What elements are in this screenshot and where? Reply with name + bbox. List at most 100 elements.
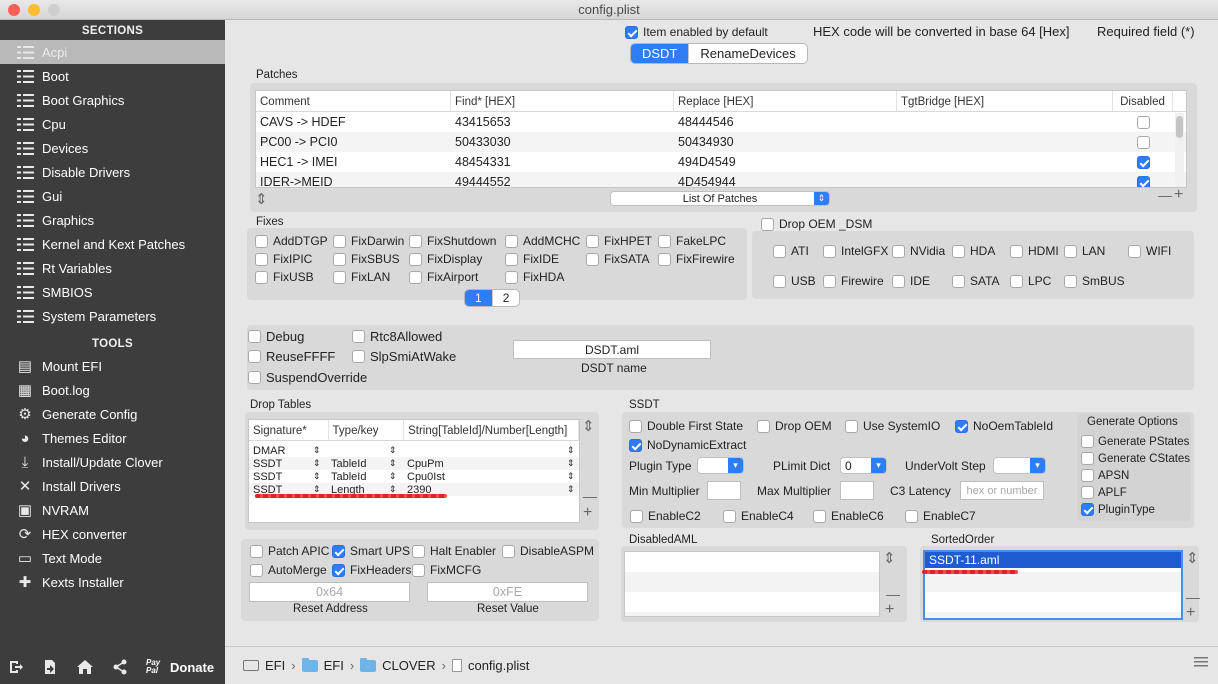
fix-fixfirewire-checkbox[interactable]: FixFirewire (658, 252, 735, 266)
reuseffff-checkbox[interactable]: ReuseFFFF (248, 349, 335, 364)
remove-table-icon[interactable]: — (583, 488, 597, 504)
checkbox-box[interactable] (1081, 486, 1094, 499)
add-patch-icon[interactable]: + (1174, 186, 1183, 204)
max-multiplier-field[interactable] (840, 481, 874, 500)
sidebar-item-boot-graphics[interactable]: Boot Graphics (0, 88, 225, 112)
checkbox-box[interactable] (1010, 244, 1023, 258)
checkbox-box[interactable] (502, 544, 515, 558)
fix-fixsbus-checkbox[interactable]: FixSBUS (333, 252, 400, 266)
col-tgtbridge[interactable]: TgtBridge [HEX] (897, 91, 1113, 111)
checkbox-box[interactable] (1081, 503, 1094, 516)
tool-generate-config[interactable]: ⚙ Generate Config (0, 402, 225, 426)
undervolt-select[interactable]: ▾ (993, 457, 1046, 474)
path-segment[interactable]: EFI (324, 658, 344, 673)
checkbox-box[interactable] (586, 234, 599, 248)
patch-apic-checkbox[interactable]: Patch APIC (250, 544, 329, 558)
ssdt-drop-oem-checkbox[interactable]: Drop OEM (757, 419, 832, 433)
fix-adddtgp-checkbox[interactable]: AddDTGP (255, 234, 328, 248)
checkbox-box[interactable] (333, 252, 346, 266)
checkbox-box[interactable] (892, 244, 905, 258)
ssdt-nodynamicextract-checkbox[interactable]: NoDynamicExtract (629, 438, 746, 452)
checkbox-box[interactable] (332, 544, 345, 558)
dsm-lpc-checkbox[interactable]: LPC (1010, 274, 1051, 288)
sidebar-item-rt-variables[interactable]: Rt Variables (0, 256, 225, 280)
checkbox-box[interactable] (1010, 274, 1023, 288)
fix-fakelpc-checkbox[interactable]: FakeLPC (658, 234, 726, 248)
chevron-updown-icon[interactable]: ⇕ (385, 458, 403, 469)
checkbox-box[interactable] (905, 509, 918, 523)
enablec6-checkbox[interactable]: EnableC6 (813, 509, 884, 523)
add-table-icon[interactable]: + (583, 504, 592, 522)
checkbox-box[interactable] (892, 274, 905, 288)
col-string-number[interactable]: String[TableId]/Number[Length] (404, 420, 579, 440)
suspendoverride-checkbox[interactable]: SuspendOverride (248, 370, 367, 385)
chevron-updown-icon[interactable]: ⇕ (309, 458, 327, 469)
reorder-icon[interactable]: ⇕ (255, 190, 268, 208)
cell-type[interactable]: TableId (327, 471, 385, 483)
fixmcfg-checkbox[interactable]: FixMCFG (412, 563, 481, 577)
cell-replace[interactable]: 48444546 (674, 115, 897, 129)
chevron-updown-icon[interactable]: ⇕ (385, 445, 403, 456)
sidebar-item-graphics[interactable]: Graphics (0, 208, 225, 232)
dsm-nvidia-checkbox[interactable]: NVidia (892, 244, 945, 258)
checkbox-box[interactable] (505, 270, 518, 284)
checkbox-box[interactable] (723, 509, 736, 523)
tool-text-mode[interactable]: ▭ Text Mode (0, 546, 225, 570)
chevron-updown-icon[interactable]: ⇕ (563, 445, 577, 456)
checkbox-box[interactable] (952, 244, 965, 258)
sidebar-item-devices[interactable]: Devices (0, 136, 225, 160)
fix-fixairport-checkbox[interactable]: FixAirport (409, 270, 478, 284)
dsm-smbus-checkbox[interactable]: SmBUS (1064, 274, 1125, 288)
remove-aml-icon[interactable]: — (886, 586, 900, 602)
chevron-updown-icon[interactable]: ⇕ (563, 471, 577, 482)
checkbox-box[interactable] (586, 252, 599, 266)
remove-order-icon[interactable]: — (1186, 589, 1200, 605)
checkbox-box[interactable] (409, 252, 422, 266)
cell-replace[interactable]: 4D454944 (674, 175, 897, 187)
sidebar-item-system-parameters[interactable]: System Parameters (0, 304, 225, 328)
checkbox-box[interactable] (352, 350, 365, 363)
fix-fixhda-checkbox[interactable]: FixHDA (505, 270, 564, 284)
cell-comment[interactable]: IDER->MEID (256, 175, 451, 187)
chevron-updown-icon[interactable]: ⇕ (563, 484, 577, 495)
min-multiplier-field[interactable] (707, 481, 741, 500)
gen-apsn-checkbox[interactable]: APSN (1081, 469, 1129, 482)
disabled-checkbox[interactable] (1136, 115, 1150, 129)
fix-fixshutdown-checkbox[interactable]: FixShutdown (409, 234, 496, 248)
checkbox-box[interactable] (333, 270, 346, 284)
fix-fixlan-checkbox[interactable]: FixLAN (333, 270, 390, 284)
dsm-hda-checkbox[interactable]: HDA (952, 244, 995, 258)
checkbox-box[interactable] (845, 419, 858, 433)
checkbox-box[interactable] (332, 563, 345, 577)
reorder-icon[interactable]: ⇕ (883, 549, 896, 567)
fix-addmchc-checkbox[interactable]: AddMCHC (505, 234, 580, 248)
checkbox-box[interactable] (505, 252, 518, 266)
cell-comment[interactable]: HEC1 -> IMEI (256, 155, 451, 169)
checkbox-box[interactable] (255, 270, 268, 284)
dsm-wifi-checkbox[interactable]: WIFI (1128, 244, 1171, 258)
checkbox-box[interactable] (773, 244, 786, 258)
cell-replace[interactable]: 50434930 (674, 135, 897, 149)
checkbox-box[interactable] (757, 419, 770, 433)
tool-boot-log[interactable]: ▦ Boot.log (0, 378, 225, 402)
reorder-icon[interactable]: ⇕ (582, 417, 595, 435)
table-row[interactable]: CAVS -> HDEF 43415653 48444546 (256, 112, 1186, 132)
gen-aplf-checkbox[interactable]: APLF (1081, 486, 1127, 499)
sidebar-item-disable-drivers[interactable]: Disable Drivers (0, 160, 225, 184)
checkbox-box[interactable] (255, 252, 268, 266)
checkbox-box[interactable] (629, 438, 642, 452)
fix-fixhpet-checkbox[interactable]: FixHPET (586, 234, 652, 248)
dsm-ati-checkbox[interactable]: ATI (773, 244, 809, 258)
disabled-checkbox[interactable] (1136, 175, 1150, 187)
donate-button[interactable]: Pay Pal Donate (146, 659, 214, 675)
checkbox-box[interactable] (255, 234, 268, 248)
dsdt-name-field[interactable]: DSDT.aml (513, 340, 711, 359)
share-icon[interactable] (112, 659, 128, 675)
remove-patch-icon[interactable]: — (1158, 187, 1172, 203)
checkbox-box[interactable] (773, 274, 786, 288)
checkbox-box[interactable] (248, 371, 261, 384)
gen-plugintype-checkbox[interactable]: PluginType (1081, 503, 1155, 516)
col-type-key[interactable]: Type/key (329, 420, 405, 440)
cell-signature[interactable]: DMAR (249, 445, 309, 457)
cell-find[interactable]: 48454331 (451, 155, 674, 169)
